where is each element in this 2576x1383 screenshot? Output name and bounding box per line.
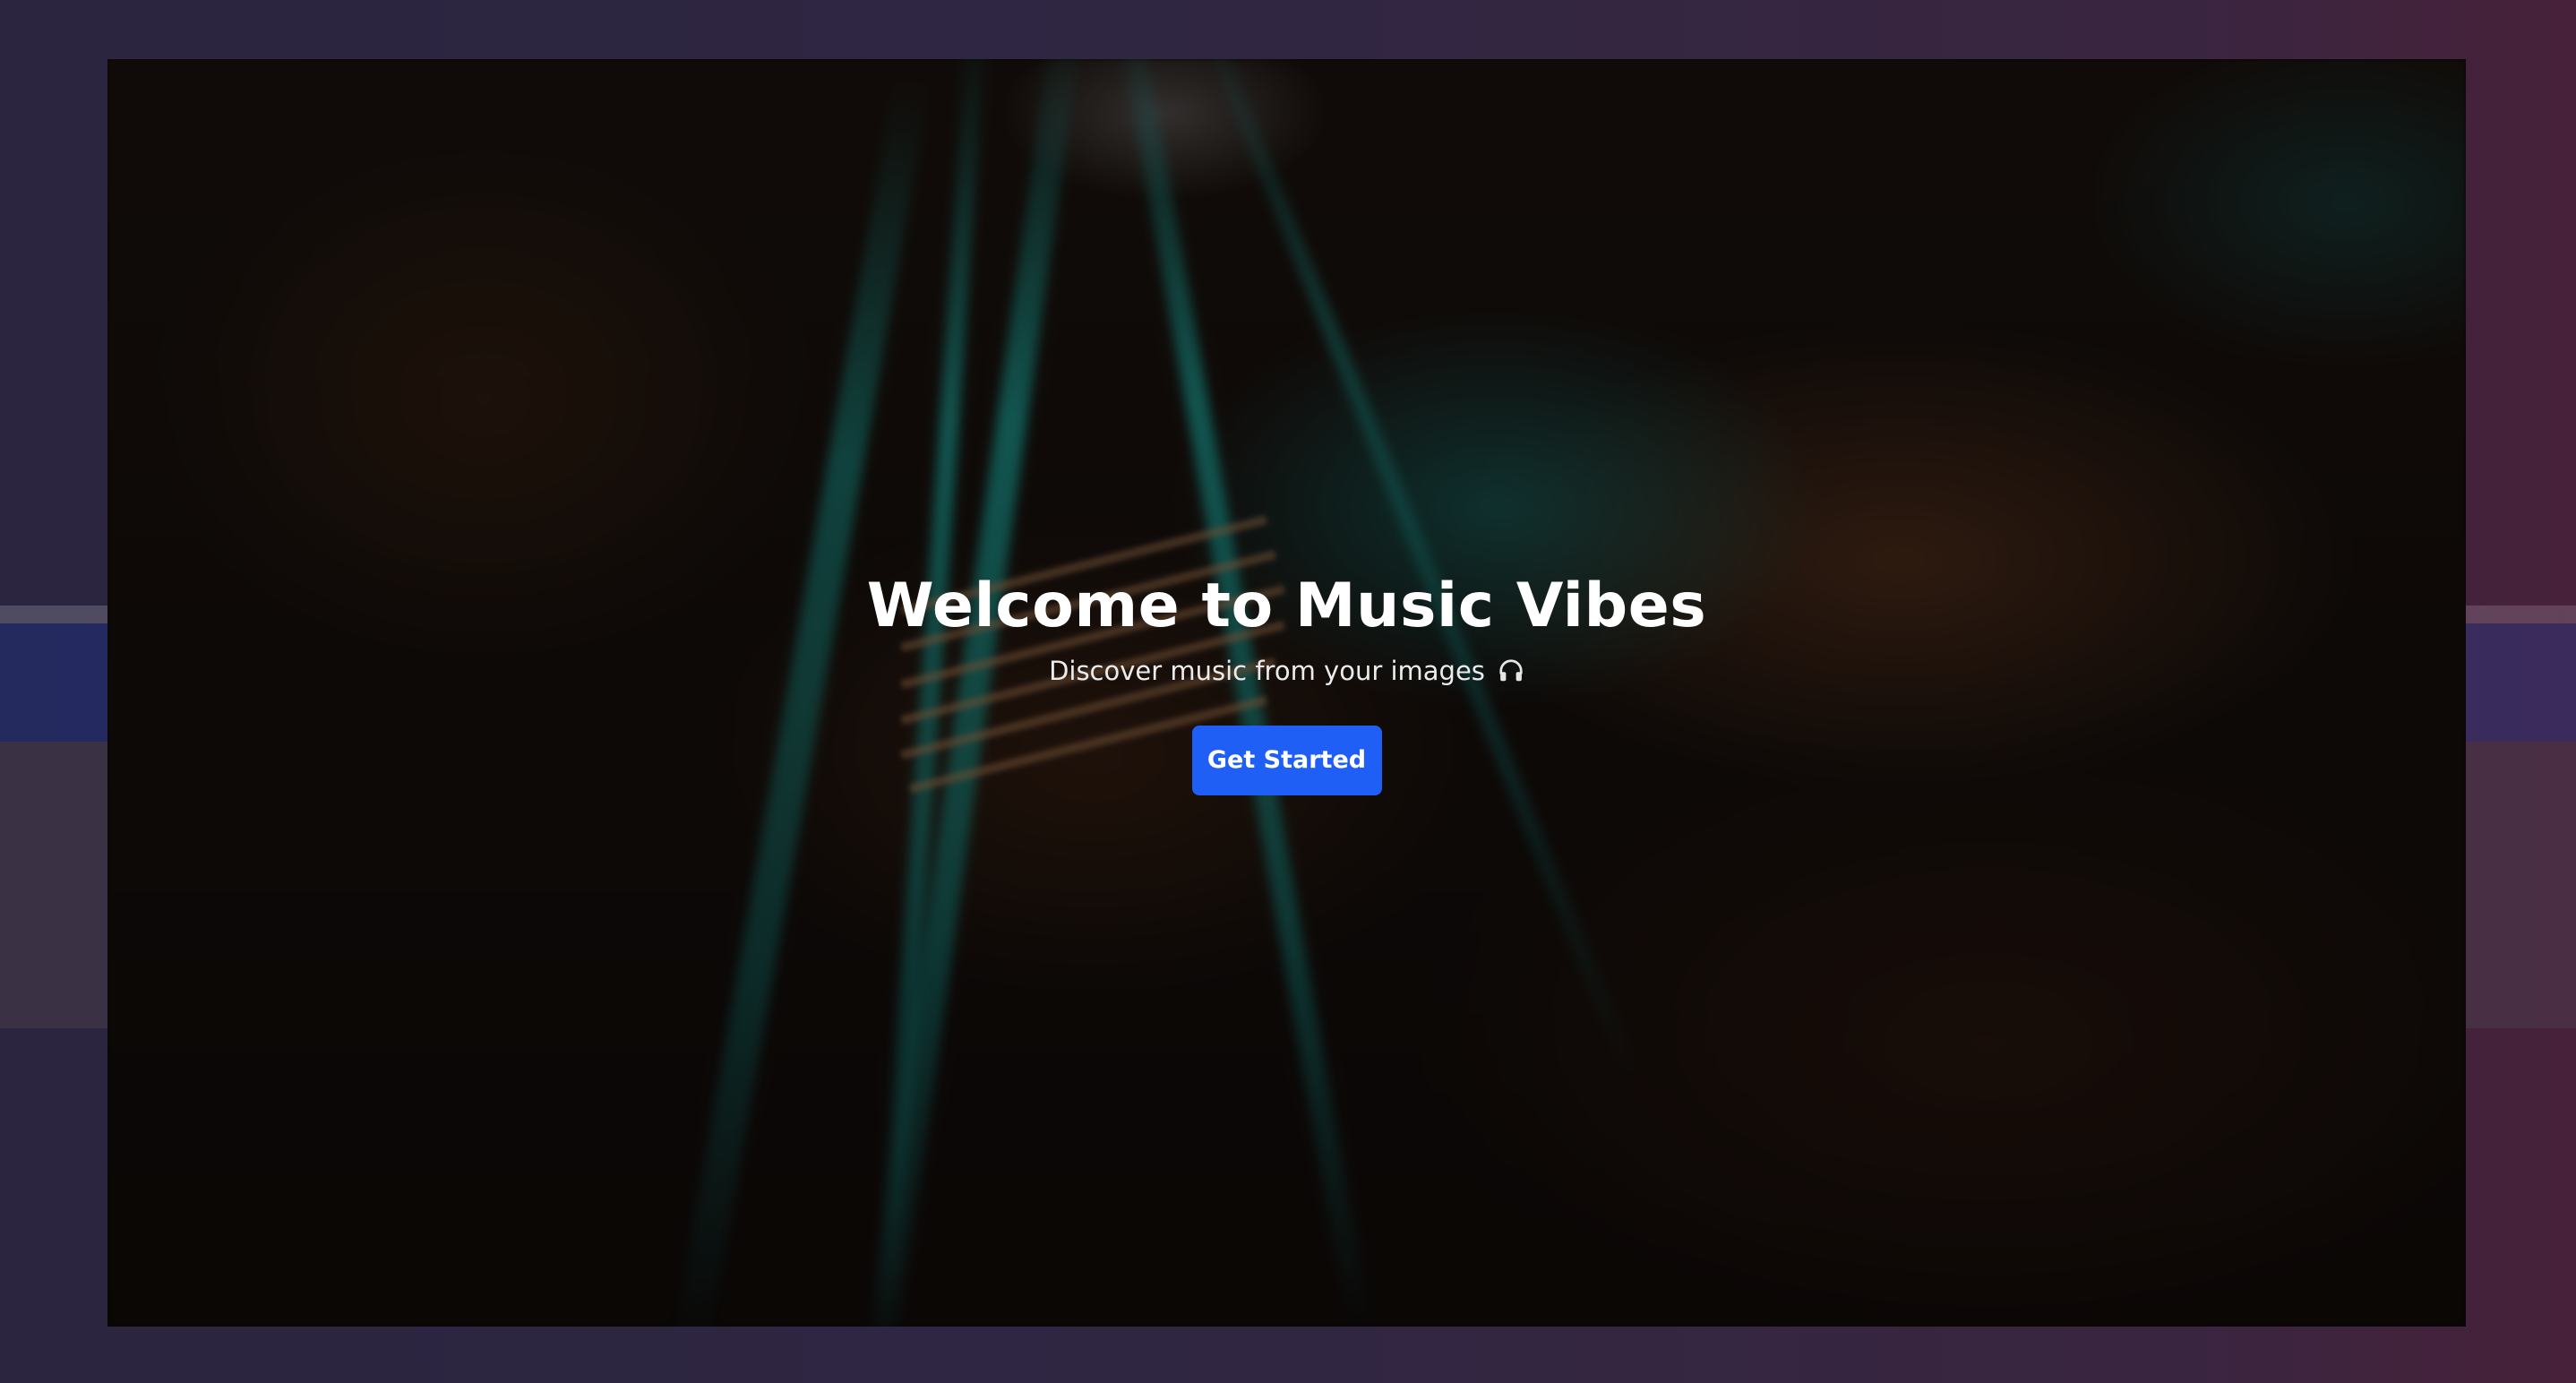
hero-subtitle: Discover music from your images [1049, 656, 1524, 686]
hero-banner: Welcome to Music Vibes Discover music fr… [107, 59, 2466, 1327]
hero-subtitle-text: Discover music from your images [1049, 655, 1485, 686]
get-started-button[interactable]: Get Started [1191, 725, 1382, 795]
hero-content: Welcome to Music Vibes Discover music fr… [107, 570, 2466, 795]
hero-title: Welcome to Music Vibes [866, 571, 1707, 641]
headphones-icon [1498, 657, 1524, 684]
